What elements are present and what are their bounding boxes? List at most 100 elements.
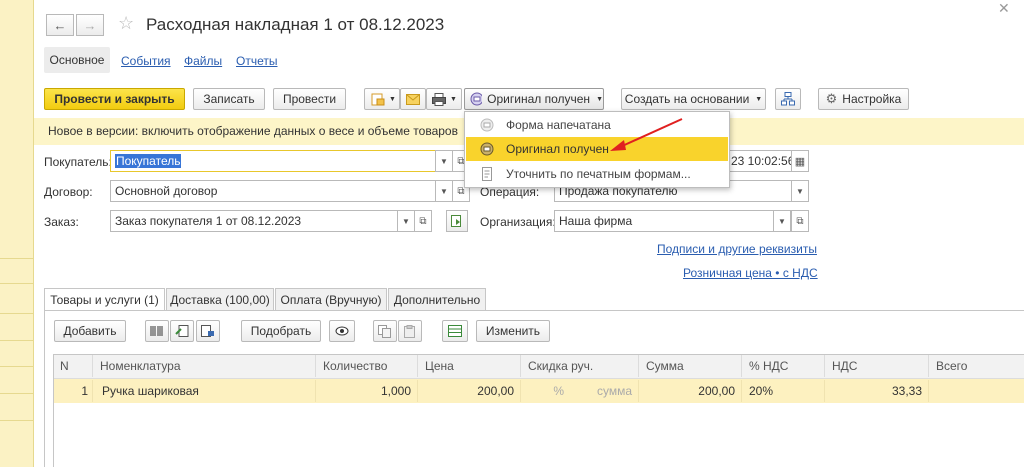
structure-view-button[interactable] [775,88,801,110]
star-icon[interactable]: ☆ [118,13,134,34]
settings-button[interactable]: ⚙ Настройка [818,88,909,110]
forward-button[interactable]: → [76,14,104,36]
cell-quantity[interactable]: 1,000 [317,380,418,402]
column-header[interactable]: НДС [826,355,929,377]
post-and-close-button[interactable]: Провести и закрыть [44,88,185,110]
retail-price-link[interactable]: Розничная цена • с НДС [683,266,818,280]
signatures-link[interactable]: Подписи и другие реквизиты [657,242,817,256]
tab-payment[interactable]: Оплата (Вручную) [275,288,387,311]
popup-item-label: Форма напечатана [506,118,611,132]
column-header[interactable]: Цена [419,355,521,377]
structure-button[interactable]: ▼ [364,88,400,110]
order-value: Заказ покупателя 1 от 08.12.2023 [115,214,302,228]
section-tab-files[interactable]: Файлы [184,54,222,68]
tab-additional[interactable]: Дополнительно [388,288,486,311]
column-header[interactable]: Номенклатура [94,355,316,377]
chevron-down-icon: ▼ [402,216,410,226]
organization-dropdown[interactable]: ▼ [773,210,791,232]
envelope-icon [406,93,420,105]
create-based-on-button[interactable]: Создать на основании ▼ [621,88,766,110]
calendar-icon: ▦ [794,155,806,168]
barcode-button[interactable] [145,320,169,342]
buyer-field[interactable]: Покупатель [110,150,436,172]
buyer-label: Покупатель: [44,155,112,169]
contract-dropdown[interactable]: ▼ [435,180,453,202]
organization-value: Наша фирма [559,214,633,228]
section-tab-events[interactable]: События [121,54,171,68]
pick-items-button[interactable]: Подобрать [241,320,321,342]
post-button[interactable]: Провести [273,88,346,110]
contract-value: Основной договор [115,184,218,198]
cell-price[interactable]: 200,00 [419,380,521,402]
add-row-button[interactable]: Добавить [54,320,126,342]
operation-dropdown[interactable]: ▼ [791,180,809,202]
chevron-down-icon: ▼ [778,216,786,226]
email-button[interactable] [400,88,426,110]
eye-icon [335,326,349,336]
section-tab-main[interactable]: Основное [44,47,110,73]
column-header[interactable]: Сумма [640,355,742,377]
change-button[interactable]: Изменить [476,320,550,342]
paste-rows-button[interactable] [398,320,422,342]
order-field[interactable]: Заказ покупателя 1 от 08.12.2023 [110,210,398,232]
save-button[interactable]: Записать [193,88,265,110]
copy-rows-button[interactable] [373,320,397,342]
fill-by-order-button[interactable] [446,210,468,232]
printer-icon [432,92,446,106]
left-panel-divider [0,366,34,367]
popup-item-label: Уточнить по печатным формам... [506,167,691,181]
column-header[interactable]: Количество [317,355,418,377]
create-based-on-label: Создать на основании [624,92,750,106]
remove-from-doc-button[interactable] [196,320,220,342]
cell-item[interactable]: Ручка шариковая [94,380,316,402]
order-label: Заказ: [44,215,79,229]
column-header[interactable]: N [54,355,93,377]
close-icon[interactable]: ✕ [998,0,1010,17]
tab-delivery[interactable]: Доставка (100,00) [166,288,274,311]
printed-form-icon [480,118,494,132]
cell-total[interactable] [930,380,1024,402]
settings-label: Настройка [842,92,902,106]
popup-item-clarify-forms[interactable]: Уточнить по печатным формам... [466,162,728,186]
organization-label: Организация: [480,215,556,229]
add-from-doc-button[interactable] [170,320,194,342]
original-status-button[interactable]: Оригинал получен ▼ [464,88,604,110]
copy-icon [378,324,391,338]
chevron-down-icon: ▼ [389,95,396,103]
notice-text[interactable]: Новое в версии: включить отображение дан… [48,124,462,138]
barcode-icon [150,326,163,336]
column-header[interactable]: Всего [930,355,1024,377]
hierarchy-icon [781,92,795,106]
section-tab-reports[interactable]: Отчеты [236,54,277,68]
chevron-down-icon: ▼ [596,95,603,103]
column-header[interactable]: Скидка руч. [522,355,639,377]
show-button[interactable] [329,320,355,342]
chevron-down-icon: ▼ [440,156,448,166]
tab-goods-services[interactable]: Товары и услуги (1) [44,288,165,311]
cell-vat[interactable]: 33,33 [826,380,929,402]
calendar-button[interactable]: ▦ [791,150,809,172]
section-tab-main-label: Основное [49,53,105,67]
cell-discount-sum[interactable]: сумма [570,380,639,402]
back-button[interactable]: ← [46,14,74,36]
cell-n[interactable]: 1 [54,380,93,402]
cell-discount-percent[interactable]: % [522,380,570,402]
column-header[interactable]: % НДС [743,355,825,377]
organization-open-button[interactable]: ⧉ [791,210,809,232]
order-dropdown[interactable]: ▼ [397,210,415,232]
organization-field[interactable]: Наша фирма [554,210,774,232]
popup-item-label: Оригинал получен [506,142,609,156]
print-button[interactable]: ▼ [426,88,462,110]
cell-sum[interactable]: 200,00 [640,380,742,402]
paste-icon [404,324,415,338]
contract-field[interactable]: Основной договор [110,180,436,202]
open-icon: ⧉ [796,215,804,227]
left-panel-divider [0,258,34,259]
fill-table-button[interactable] [442,320,468,342]
arrow-right-icon: → [83,17,97,33]
order-open-button[interactable]: ⧉ [414,210,432,232]
cell-vat-rate[interactable]: 20% [743,380,825,402]
left-panel-divider [0,420,34,421]
buyer-dropdown[interactable]: ▼ [435,150,453,172]
original-received-icon [480,142,494,156]
